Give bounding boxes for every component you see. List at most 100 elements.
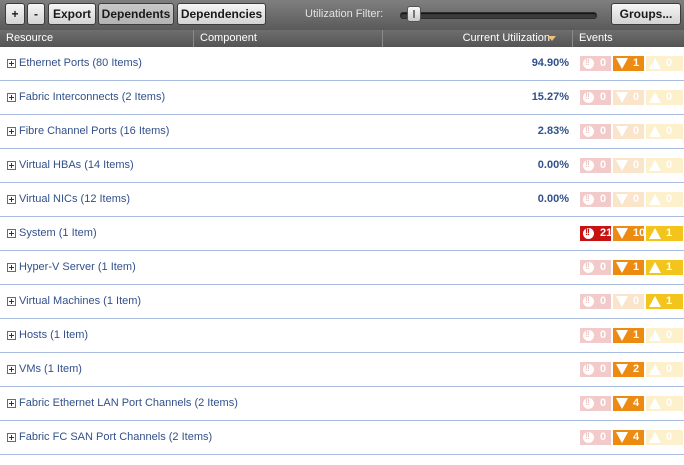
critical-events-badge[interactable]: 0 [579, 123, 612, 140]
table-row[interactable]: Fibre Channel Ports (16 Items) 2.83% 0 0 0 [0, 115, 684, 149]
warning-icon [649, 126, 661, 137]
critical-events-badge[interactable]: 0 [579, 89, 612, 106]
minor-events-badge[interactable]: 0 [645, 55, 684, 72]
utilization-value: 94.90% [531, 57, 569, 69]
dependents-button[interactable]: Dependents [98, 3, 174, 25]
major-count: 4 [633, 397, 640, 409]
minor-events-badge[interactable]: 0 [645, 395, 684, 412]
groups-button[interactable]: Groups... [611, 3, 681, 25]
major-icon [616, 58, 628, 69]
critical-events-badge[interactable]: 0 [579, 327, 612, 344]
major-events-badge[interactable]: 4 [612, 429, 645, 446]
major-count: 1 [633, 57, 640, 69]
export-button[interactable]: Export [48, 3, 96, 25]
major-events-badge[interactable]: 0 [612, 123, 645, 140]
table-row[interactable]: Hyper-V Server (1 Item) 0 1 1 [0, 251, 684, 285]
warning-icon [649, 228, 661, 239]
slider-thumb[interactable] [407, 6, 421, 22]
critical-events-badge[interactable]: 0 [579, 259, 612, 276]
expand-all-button[interactable]: + [5, 3, 25, 25]
table-row[interactable]: Ethernet Ports (80 Items) 94.90% 0 1 0 [0, 47, 684, 81]
dependencies-button[interactable]: Dependencies [177, 3, 266, 25]
major-events-badge[interactable]: 1 [612, 259, 645, 276]
utilization-filter-slider[interactable] [400, 12, 597, 19]
major-icon [616, 296, 628, 307]
expand-icon[interactable] [7, 195, 16, 204]
major-events-badge[interactable]: 0 [612, 191, 645, 208]
column-events[interactable]: Events [573, 30, 684, 47]
minor-count: 0 [666, 57, 673, 69]
column-current-utilization[interactable]: Current Utilization [383, 30, 573, 47]
major-count: 0 [633, 91, 640, 103]
events-cell: 0 0 1 [579, 293, 684, 310]
major-events-badge[interactable]: 0 [612, 89, 645, 106]
table-row[interactable]: Fabric FC SAN Port Channels (2 Items) 0 4 0 [0, 421, 684, 455]
utilization-value: 15.27% [531, 91, 569, 103]
major-events-badge[interactable]: 107 [612, 225, 651, 242]
column-resource[interactable]: Resource [0, 30, 194, 47]
minor-events-badge[interactable]: 1 [645, 293, 684, 310]
critical-count: 0 [600, 261, 607, 273]
critical-events-badge[interactable]: 0 [579, 361, 612, 378]
resource-label: Virtual Machines (1 Item) [19, 295, 142, 307]
table-row[interactable]: Virtual HBAs (14 Items) 0.00% 0 0 0 [0, 149, 684, 183]
table-row[interactable]: Hosts (1 Item) 0 1 0 [0, 319, 684, 353]
critical-events-badge[interactable]: 0 [579, 293, 612, 310]
toolbar: + - Export Dependents Dependencies Utili… [0, 0, 684, 31]
minor-events-badge[interactable]: 0 [645, 123, 684, 140]
expand-icon[interactable] [7, 229, 16, 238]
critical-count: 0 [600, 295, 607, 307]
expand-icon[interactable] [7, 127, 16, 136]
critical-events-badge[interactable]: 0 [579, 395, 612, 412]
critical-icon [583, 327, 594, 342]
critical-events-badge[interactable]: 0 [579, 157, 612, 174]
minor-events-badge[interactable]: 0 [645, 89, 684, 106]
major-events-badge[interactable]: 1 [612, 327, 645, 344]
expand-icon[interactable] [7, 93, 16, 102]
major-events-badge[interactable]: 1 [612, 55, 645, 72]
major-icon [616, 228, 628, 239]
column-current-utilization-label: Current Utilization [462, 32, 550, 44]
expand-icon[interactable] [7, 59, 16, 68]
expand-icon[interactable] [7, 331, 16, 340]
critical-events-badge[interactable]: 0 [579, 429, 612, 446]
critical-icon [583, 361, 594, 376]
expand-icon[interactable] [7, 161, 16, 170]
collapse-all-button[interactable]: - [27, 3, 45, 25]
minor-events-badge[interactable]: 0 [645, 191, 684, 208]
critical-events-badge[interactable]: 0 [579, 191, 612, 208]
major-count: 0 [633, 125, 640, 137]
table-row[interactable]: System (1 Item) 21107 1 [0, 217, 684, 251]
expand-icon[interactable] [7, 297, 16, 306]
table-row[interactable]: Fabric Ethernet LAN Port Channels (2 Ite… [0, 387, 684, 421]
major-events-badge[interactable]: 2 [612, 361, 645, 378]
minor-events-badge[interactable]: 1 [645, 225, 684, 242]
table-row[interactable]: Virtual NICs (12 Items) 0.00% 0 0 0 [0, 183, 684, 217]
major-events-badge[interactable]: 0 [612, 157, 645, 174]
expand-icon[interactable] [7, 399, 16, 408]
expand-icon[interactable] [7, 263, 16, 272]
expand-icon[interactable] [7, 433, 16, 442]
table-row[interactable]: Fabric Interconnects (2 Items) 15.27% 0 0 0 [0, 81, 684, 115]
table-row[interactable]: Virtual Machines (1 Item) 0 0 1 [0, 285, 684, 319]
events-cell: 0 4 0 [579, 395, 684, 412]
major-icon [616, 262, 628, 273]
minor-count: 0 [666, 159, 673, 171]
minor-events-badge[interactable]: 0 [645, 361, 684, 378]
minor-events-badge[interactable]: 0 [645, 157, 684, 174]
major-count: 0 [633, 159, 640, 171]
critical-events-badge[interactable]: 21 [579, 225, 612, 242]
minor-events-badge[interactable]: 1 [645, 259, 684, 276]
critical-events-badge[interactable]: 0 [579, 55, 612, 72]
major-icon [616, 194, 628, 205]
minor-events-badge[interactable]: 0 [645, 327, 684, 344]
resource-label: Fabric FC SAN Port Channels (2 Items) [19, 431, 213, 443]
minor-events-badge[interactable]: 0 [645, 429, 684, 446]
expand-icon[interactable] [7, 365, 16, 374]
major-events-badge[interactable]: 4 [612, 395, 645, 412]
table-row[interactable]: VMs (1 Item) 0 2 0 [0, 353, 684, 387]
sort-descending-icon [548, 36, 556, 41]
events-cell: 0 1 0 [579, 55, 684, 72]
major-events-badge[interactable]: 0 [612, 293, 645, 310]
column-component[interactable]: Component [194, 30, 383, 47]
